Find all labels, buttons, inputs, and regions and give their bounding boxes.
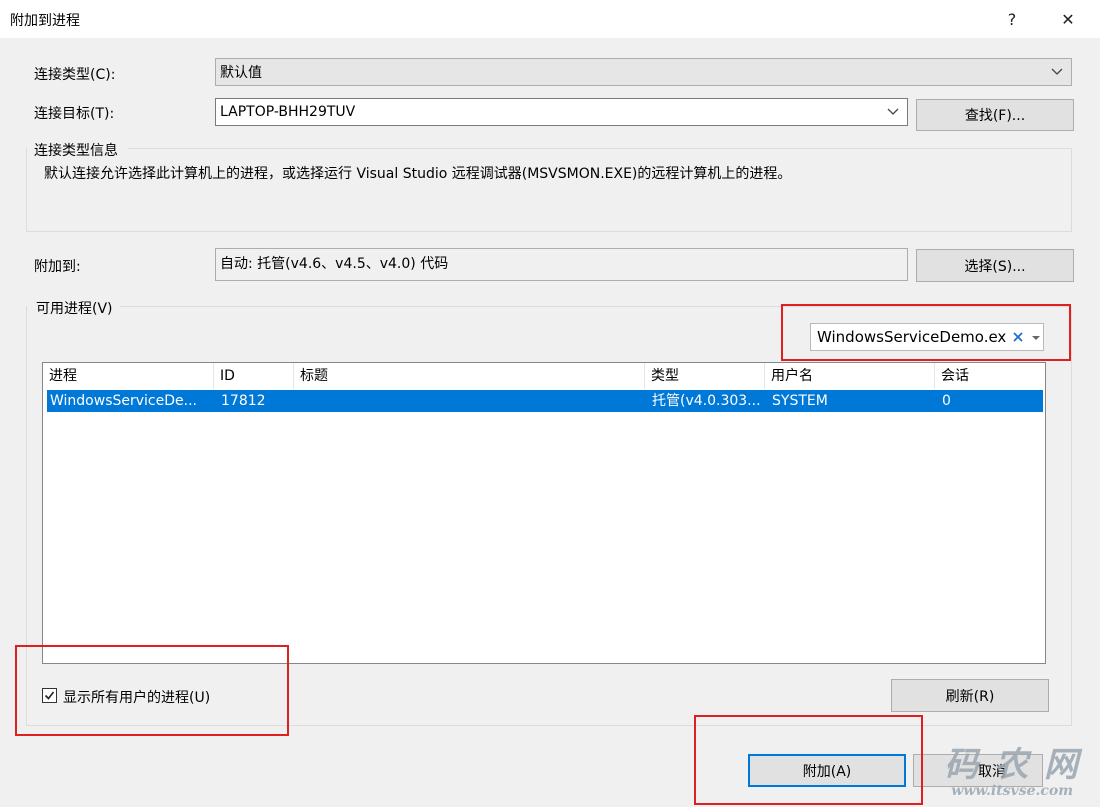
title-bar bbox=[0, 0, 1100, 38]
table-row[interactable]: WindowsServiceDe... 17812 托管(v4.0.303...… bbox=[47, 390, 1043, 412]
chevron-down-icon bbox=[1051, 68, 1063, 75]
cell-title bbox=[298, 390, 649, 412]
refresh-button[interactable]: 刷新(R) bbox=[891, 679, 1049, 712]
watermark-url: www.itsvse.com bbox=[951, 783, 1074, 799]
connection-target-value: LAPTOP-BHH29TUV bbox=[220, 104, 356, 120]
filter-highlight-box bbox=[781, 304, 1071, 361]
cell-session: 0 bbox=[942, 393, 951, 409]
column-header-session[interactable]: 会话 bbox=[935, 363, 1045, 389]
connection-type-label: 连接类型(C): bbox=[34, 67, 116, 83]
column-header-user[interactable]: 用户名 bbox=[765, 363, 935, 389]
chevron-down-icon bbox=[887, 108, 899, 115]
process-list[interactable]: 进程 ID 标题 类型 用户名 会话 WindowsServiceDe... 1… bbox=[42, 362, 1046, 664]
column-header-process[interactable]: 进程 bbox=[43, 363, 214, 389]
help-button[interactable]: ? bbox=[998, 6, 1026, 32]
group-border-top bbox=[128, 148, 1072, 149]
column-header-type[interactable]: 类型 bbox=[645, 363, 765, 389]
attach-highlight-box bbox=[694, 715, 923, 805]
column-header-title[interactable]: 标题 bbox=[294, 363, 645, 389]
attach-to-label: 附加到: bbox=[34, 259, 81, 275]
checkbox-highlight-box bbox=[15, 645, 289, 736]
cell-user: SYSTEM bbox=[772, 393, 828, 409]
connection-type-select[interactable]: 默认值 bbox=[215, 58, 1072, 86]
connection-type-value: 默认值 bbox=[220, 65, 262, 81]
select-code-type-button[interactable]: 选择(S)... bbox=[916, 249, 1074, 282]
cell-type: 托管(v4.0.303... bbox=[652, 393, 761, 409]
watermark-title: 码 农 网 bbox=[944, 745, 1080, 785]
cell-process: WindowsServiceDe... bbox=[50, 393, 197, 409]
connection-info-box bbox=[26, 148, 1072, 232]
close-icon: ✕ bbox=[1061, 9, 1075, 29]
attach-to-value: 自动: 托管(v4.6、v4.5、v4.0) 代码 bbox=[220, 256, 449, 272]
column-header-id[interactable]: ID bbox=[214, 363, 294, 389]
cell-id: 17812 bbox=[221, 393, 266, 409]
connection-info-text: 默认连接允许选择此计算机上的进程，或选择运行 Visual Studio 远程调… bbox=[44, 166, 792, 182]
process-list-header: 进程 ID 标题 类型 用户名 会话 bbox=[43, 363, 1045, 389]
attach-to-field: 自动: 托管(v4.6、v4.5、v4.0) 代码 bbox=[215, 248, 908, 281]
site-watermark: 码 农 网 www.itsvse.com bbox=[944, 747, 1080, 799]
find-button[interactable]: 查找(F)... bbox=[916, 99, 1074, 131]
connection-target-input[interactable]: LAPTOP-BHH29TUV bbox=[215, 98, 908, 126]
window-title: 附加到进程 bbox=[10, 13, 80, 29]
connection-target-label: 连接目标(T): bbox=[34, 106, 115, 122]
close-button[interactable]: ✕ bbox=[1054, 6, 1082, 32]
